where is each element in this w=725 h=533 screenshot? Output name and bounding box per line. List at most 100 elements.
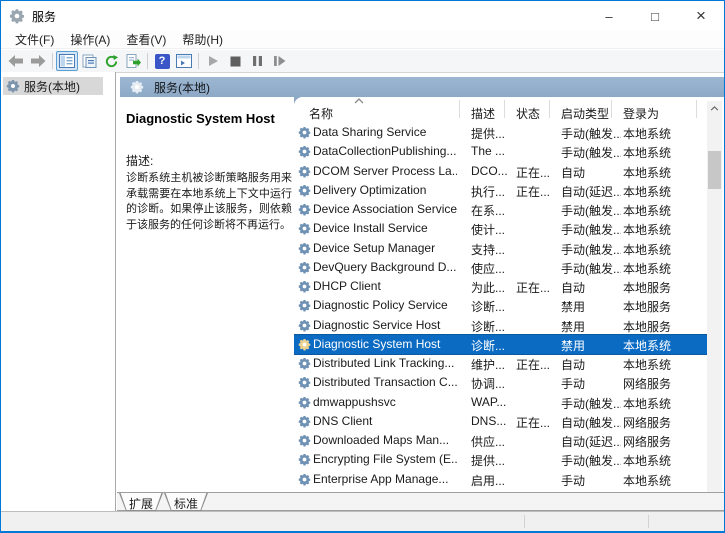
panel-header-label: 服务(本地) (154, 79, 210, 96)
cell-startup-type: 自动(延迟... (561, 433, 621, 450)
table-row[interactable]: Distributed Link Tracking... 维护... 正在...… (294, 354, 707, 373)
cell-name: DNS Client (313, 414, 457, 428)
extended-view-icon[interactable] (173, 51, 195, 71)
pause-service-icon[interactable] (246, 51, 268, 71)
table-row[interactable]: Device Setup Manager 支持... 手动(触发... 本地系统 (294, 239, 707, 258)
cell-description: 提供... (471, 452, 513, 469)
table-row[interactable]: Distributed Transaction C... 协调... 手动 网络… (294, 373, 707, 392)
cell-description: WAP... (471, 395, 513, 409)
cell-description: 提供... (471, 125, 513, 142)
cell-status: 正在... (516, 164, 558, 181)
menu-action[interactable]: 操作(A) (62, 31, 118, 48)
tab-extended[interactable]: 扩展 (119, 493, 163, 511)
table-row[interactable]: Downloaded Maps Man... 供应... 自动(延迟... 网络… (294, 431, 707, 450)
scroll-up-icon[interactable] (707, 101, 722, 116)
column-divider[interactable] (549, 100, 550, 118)
toolbar-separator (147, 53, 148, 69)
cell-logon-as: 本地服务 (623, 279, 693, 296)
export-list-icon[interactable] (122, 51, 144, 71)
table-row[interactable]: Enterprise App Manage... 启用... 手动 本地系统 (294, 470, 707, 489)
cell-description: 维护... (471, 356, 513, 373)
table-row[interactable]: Device Install Service 使计... 手动(触发... 本地… (294, 219, 707, 238)
stop-service-icon[interactable] (224, 51, 246, 71)
column-divider[interactable] (459, 100, 460, 118)
table-row[interactable]: Diagnostic Policy Service 诊断... 禁用 本地服务 (294, 296, 707, 315)
cell-startup-type: 手动(触发... (561, 202, 621, 219)
table-row[interactable]: Device Association Service 在系... 手动(触发..… (294, 200, 707, 219)
column-header-desc[interactable]: 描述 (471, 105, 495, 122)
cell-description: 启用... (471, 472, 513, 489)
gear-icon (6, 79, 20, 93)
refresh-icon[interactable] (100, 51, 122, 71)
vertical-scrollbar[interactable] (707, 101, 722, 509)
service-gear-icon (298, 338, 311, 351)
table-row[interactable]: Encrypting File System (E... 提供... 手动(触发… (294, 450, 707, 469)
cell-description: The ... (471, 144, 513, 158)
cell-logon-as: 本地系统 (623, 241, 693, 258)
table-row[interactable]: Diagnostic System Host 诊断... 禁用 本地系统 (294, 335, 707, 354)
column-header-status[interactable]: 状态 (516, 105, 540, 122)
service-gear-icon (298, 126, 311, 139)
table-row[interactable]: DCOM Server Process La... DCO... 正在... 自… (294, 162, 707, 181)
menu-file[interactable]: 文件(F) (7, 31, 62, 48)
column-header-startup[interactable]: 启动类型 (561, 105, 609, 122)
cell-name: Device Install Service (313, 221, 457, 235)
cell-logon-as: 本地系统 (623, 395, 693, 412)
cell-startup-type: 自动 (561, 356, 621, 373)
restart-service-icon[interactable] (268, 51, 290, 71)
table-row[interactable]: Delivery Optimization 执行... 正在... 自动(延迟.… (294, 181, 707, 200)
cell-name: Enterprise App Manage... (313, 472, 457, 486)
cell-startup-type: 手动(触发... (561, 125, 621, 142)
cell-startup-type: 自动 (561, 279, 621, 296)
cell-name: DevQuery Background D... (313, 260, 457, 274)
cell-logon-as: 本地系统 (623, 472, 693, 489)
close-button[interactable]: × (678, 1, 724, 31)
table-row[interactable]: Diagnostic Service Host 诊断... 禁用 本地服务 (294, 316, 707, 335)
menu-help[interactable]: 帮助(H) (174, 31, 231, 48)
back-icon[interactable] (5, 51, 27, 71)
cell-status: 正在... (516, 414, 558, 431)
start-service-icon[interactable] (202, 51, 224, 71)
cell-name: Delivery Optimization (313, 183, 457, 197)
table-row[interactable]: DNS Client DNS... 正在... 自动(触发... 网络服务 (294, 412, 707, 431)
cell-logon-as: 本地系统 (623, 221, 693, 238)
column-divider[interactable] (611, 100, 612, 118)
cell-startup-type: 禁用 (561, 337, 621, 354)
cell-logon-as: 本地服务 (623, 318, 693, 335)
forward-icon[interactable] (27, 51, 49, 71)
table-row[interactable]: DataCollectionPublishing... The ... 手动(触… (294, 142, 707, 161)
service-gear-icon (298, 357, 311, 370)
cell-description: 支持... (471, 241, 513, 258)
cell-name: Encrypting File System (E... (313, 452, 457, 466)
cell-startup-type: 手动(触发... (561, 144, 621, 161)
table-row[interactable]: dmwappushsvc WAP... 手动(触发... 本地系统 (294, 393, 707, 412)
statusbar-divider (524, 515, 525, 528)
services-list: 名称 描述 状态 启动类型 登录为 Data Sharing Service 提… (294, 97, 724, 511)
service-gear-icon (298, 319, 311, 332)
table-row[interactable]: DHCP Client 为此... 正在... 自动 本地服务 (294, 277, 707, 296)
cell-description: 协调... (471, 375, 513, 392)
cell-status: 正在... (516, 183, 558, 200)
cell-description: 使计... (471, 221, 513, 238)
column-header-logon[interactable]: 登录为 (623, 105, 659, 122)
window-title: 服务 (32, 8, 56, 25)
maximize-button[interactable]: □ (632, 1, 678, 31)
properties-icon[interactable] (78, 51, 100, 71)
scrollbar-thumb[interactable] (708, 151, 721, 189)
cell-name: DCOM Server Process La... (313, 164, 457, 178)
column-divider[interactable] (696, 100, 697, 118)
tab-standard[interactable]: 标准 (164, 493, 208, 511)
column-header-name[interactable]: 名称 (309, 105, 333, 122)
column-divider[interactable] (504, 100, 505, 118)
help-icon[interactable]: ? (151, 51, 173, 71)
cell-startup-type: 禁用 (561, 318, 621, 335)
service-gear-icon (298, 280, 311, 293)
tree-item-services-local[interactable]: 服务(本地) (3, 77, 103, 95)
minimize-button[interactable]: – (586, 1, 632, 31)
tree-item-label: 服务(本地) (24, 78, 80, 95)
menu-view[interactable]: 查看(V) (118, 31, 174, 48)
list-header: 名称 描述 状态 启动类型 登录为 (294, 97, 724, 123)
show-console-tree-icon[interactable] (56, 51, 78, 71)
table-row[interactable]: DevQuery Background D... 使应... 手动(触发... … (294, 258, 707, 277)
table-row[interactable]: Data Sharing Service 提供... 手动(触发... 本地系统 (294, 123, 707, 142)
